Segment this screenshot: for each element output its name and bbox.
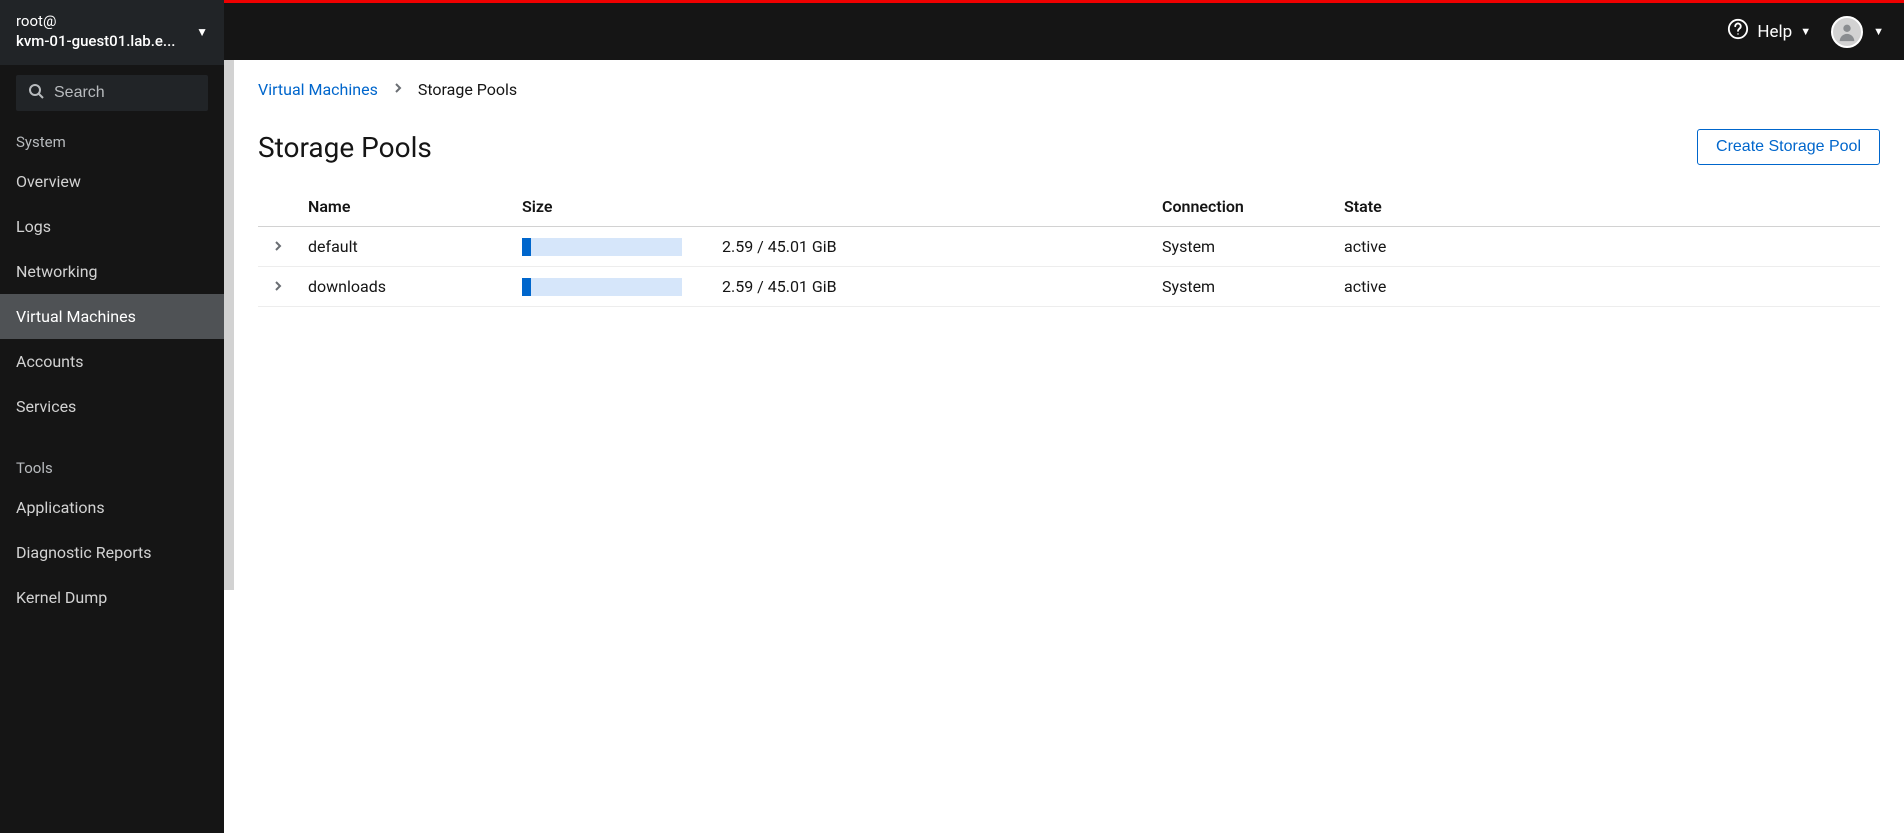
nav-section-system: System	[0, 123, 224, 159]
pool-size-text: 2.59 / 45.01 GiB	[712, 227, 1152, 267]
sidebar-item-overview[interactable]: Overview	[0, 159, 224, 204]
expand-row-toggle[interactable]	[258, 227, 298, 267]
col-name: Name	[298, 189, 512, 227]
sidebar-item-networking[interactable]: Networking	[0, 249, 224, 294]
storage-pool-table: Name Size Connection State default 2.59 /…	[258, 189, 1880, 307]
pool-size-text: 2.59 / 45.01 GiB	[712, 267, 1152, 307]
breadcrumb: Virtual Machines Storage Pools	[258, 80, 1880, 99]
sidebar-item-logs[interactable]: Logs	[0, 204, 224, 249]
sidebar: root@ kvm-01-guest01.lab.e... ▼ System O…	[0, 0, 224, 833]
chevron-right-icon	[394, 82, 402, 97]
sidebar-item-accounts[interactable]: Accounts	[0, 339, 224, 384]
pool-name: downloads	[298, 267, 512, 307]
pool-name: default	[298, 227, 512, 267]
col-state: State	[1334, 189, 1880, 227]
help-icon	[1727, 18, 1749, 45]
help-menu[interactable]: Help ▼	[1727, 18, 1811, 45]
search-icon	[28, 83, 44, 103]
page-title: Storage Pools	[258, 131, 432, 164]
caret-down-icon: ▼	[196, 25, 208, 39]
host-name: kvm-01-guest01.lab.e...	[16, 32, 175, 52]
pool-size-bar	[512, 227, 712, 267]
sidebar-item-services[interactable]: Services	[0, 384, 224, 429]
caret-down-icon: ▼	[1873, 25, 1884, 38]
table-row: default 2.59 / 45.01 GiBSystemactive	[258, 227, 1880, 267]
breadcrumb-parent[interactable]: Virtual Machines	[258, 80, 378, 99]
pool-state: active	[1334, 267, 1880, 307]
host-user: root@	[16, 12, 175, 32]
expand-row-toggle[interactable]	[258, 267, 298, 307]
col-connection: Connection	[1152, 189, 1334, 227]
create-storage-pool-button[interactable]: Create Storage Pool	[1697, 129, 1880, 165]
pool-connection: System	[1152, 227, 1334, 267]
avatar	[1831, 16, 1863, 48]
pool-size-bar	[512, 267, 712, 307]
pool-state: active	[1334, 227, 1880, 267]
sidebar-item-applications[interactable]: Applications	[0, 485, 224, 530]
table-row: downloads 2.59 / 45.01 GiBSystemactive	[258, 267, 1880, 307]
topbar: Help ▼ ▼	[224, 0, 1904, 60]
sidebar-item-diagnostic-reports[interactable]: Diagnostic Reports	[0, 530, 224, 575]
sidebar-item-kernel-dump[interactable]: Kernel Dump	[0, 575, 224, 620]
nav-section-tools: Tools	[0, 449, 224, 485]
user-menu[interactable]: ▼	[1831, 16, 1884, 48]
help-label: Help	[1757, 22, 1792, 42]
col-size: Size	[512, 189, 1152, 227]
host-switcher[interactable]: root@ kvm-01-guest01.lab.e... ▼	[0, 0, 224, 65]
sidebar-item-virtual-machines[interactable]: Virtual Machines	[0, 294, 224, 339]
scrollbar[interactable]	[224, 60, 234, 590]
breadcrumb-current: Storage Pools	[418, 80, 517, 99]
caret-down-icon: ▼	[1800, 25, 1811, 38]
pool-connection: System	[1152, 267, 1334, 307]
search-input-wrap[interactable]	[16, 75, 208, 111]
